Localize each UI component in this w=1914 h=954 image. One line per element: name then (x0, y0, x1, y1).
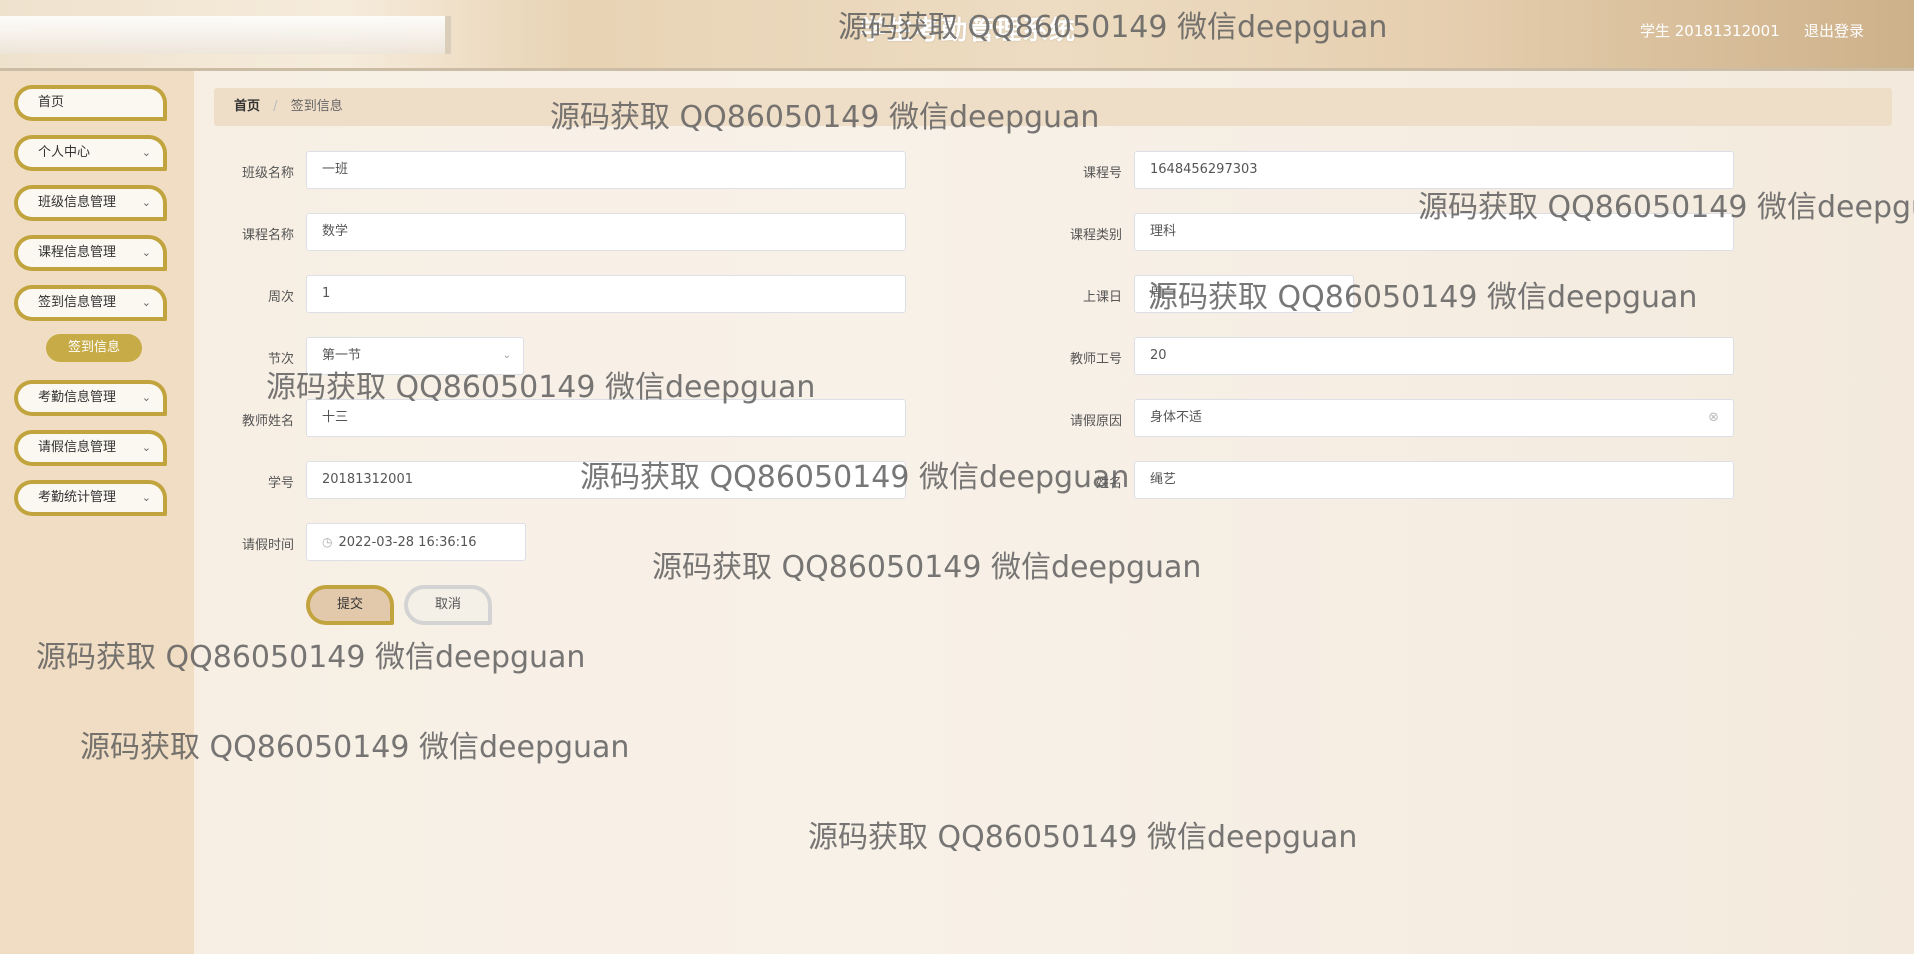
breadcrumb-home[interactable]: 首页 (234, 99, 260, 114)
class-name-label: 班级名称 (241, 166, 294, 181)
sidebar-item-label: 首页 (38, 95, 65, 110)
chevron-down-icon: ⌄ (502, 350, 511, 361)
sidebar-subitem-signin-info[interactable]: 签到信息 (46, 334, 142, 362)
submit-button[interactable]: 提交 (306, 585, 394, 625)
weekday-select-value: 周一 (1150, 286, 1177, 301)
week-label: 周次 (267, 290, 294, 305)
header-glass-decoration (0, 16, 451, 54)
current-user: 学生 20181312001 (1640, 22, 1780, 40)
section-label: 节次 (267, 352, 294, 367)
sidebar-item-label: 签到信息管理 (38, 295, 117, 310)
app-title: 学生考勤管理系统 (860, 16, 1077, 46)
sidebar-item-label: 考勤统计管理 (38, 490, 117, 505)
chevron-down-icon: ⌄ (141, 196, 151, 209)
chevron-down-icon: ⌄ (141, 296, 151, 309)
leave-time-label: 请假时间 (241, 538, 294, 553)
sidebar-item-label: 个人中心 (38, 145, 91, 160)
course-type-input[interactable]: 理科 (1134, 213, 1734, 251)
sidebar-item-home[interactable]: 首页 (14, 85, 167, 121)
course-no-input[interactable]: 1648456297303 (1134, 151, 1734, 189)
teacher-name-input[interactable]: 十三 (306, 399, 906, 437)
sidebar-item-signin-management[interactable]: 签到信息管理 ⌄ (14, 285, 167, 321)
weekday-label: 上课日 (1082, 290, 1122, 305)
sidebar-item-label: 班级信息管理 (38, 195, 117, 210)
sidebar-item-label: 考勤信息管理 (38, 390, 117, 405)
breadcrumb: 首页 / 签到信息 (214, 88, 1892, 126)
breadcrumb-current: 签到信息 (290, 99, 343, 114)
teacher-no-label: 教师工号 (1069, 352, 1122, 367)
chevron-down-icon: ⌄ (141, 246, 151, 259)
course-name-label: 课程名称 (241, 228, 294, 243)
section-select[interactable]: 第一节 ⌄ (306, 337, 524, 375)
chevron-down-icon: ⌄ (141, 146, 151, 159)
leave-time-picker[interactable]: ◷ 2022-03-28 16:36:16 (306, 523, 526, 561)
teacher-name-label: 教师姓名 (241, 414, 294, 429)
sidebar-item-label: 课程信息管理 (38, 245, 117, 260)
breadcrumb-separator: / (273, 99, 278, 114)
sidebar: 首页 个人中心 ⌄ 班级信息管理 ⌄ 课程信息管理 ⌄ 签到信息管理 ⌄ 签到信… (0, 71, 194, 954)
sidebar-item-personal-center[interactable]: 个人中心 ⌄ (14, 135, 167, 171)
class-name-input[interactable]: 一班 (306, 151, 906, 189)
sidebar-item-attendance-statistics[interactable]: 考勤统计管理 ⌄ (14, 480, 167, 516)
student-name-label: 姓名 (1095, 476, 1122, 491)
chevron-down-icon: ⌄ (141, 391, 151, 404)
weekday-select[interactable]: 周一 ⌄ (1134, 275, 1354, 313)
cancel-button[interactable]: 取消 (404, 585, 492, 625)
sidebar-item-attendance-management[interactable]: 考勤信息管理 ⌄ (14, 380, 167, 416)
chevron-down-icon: ⌄ (141, 491, 151, 504)
leave-reason-input[interactable]: 身体不适 ⊗ (1134, 399, 1734, 437)
teacher-no-input[interactable]: 20 (1134, 337, 1734, 375)
clear-icon[interactable]: ⊗ (1708, 400, 1719, 436)
logout-link[interactable]: 退出登录 (1804, 20, 1864, 41)
sidebar-item-course-management[interactable]: 课程信息管理 ⌄ (14, 235, 167, 271)
top-header: 学生考勤管理系统 学生 20181312001 退出登录 (0, 0, 1914, 71)
section-select-value: 第一节 (322, 348, 362, 363)
leave-reason-label: 请假原因 (1069, 414, 1122, 429)
chevron-down-icon: ⌄ (141, 441, 151, 454)
leave-reason-value: 身体不适 (1150, 410, 1203, 425)
student-name-input[interactable]: 绳艺 (1134, 461, 1734, 499)
course-name-input[interactable]: 数学 (306, 213, 906, 251)
student-no-label: 学号 (267, 476, 294, 491)
sidebar-item-class-management[interactable]: 班级信息管理 ⌄ (14, 185, 167, 221)
week-input[interactable]: 1 (306, 275, 906, 313)
student-no-input[interactable]: 20181312001 (306, 461, 906, 499)
chevron-down-icon: ⌄ (1332, 288, 1341, 299)
leave-time-value: 2022-03-28 16:36:16 (338, 535, 477, 550)
course-no-label: 课程号 (1082, 166, 1122, 181)
sidebar-item-label: 请假信息管理 (38, 440, 117, 455)
course-type-label: 课程类别 (1069, 228, 1122, 243)
sidebar-item-leave-management[interactable]: 请假信息管理 ⌄ (14, 430, 167, 466)
clock-icon: ◷ (322, 535, 333, 549)
main-content: 首页 / 签到信息 班级名称 一班 课程号 1648456297303 课程名称… (194, 71, 1914, 954)
